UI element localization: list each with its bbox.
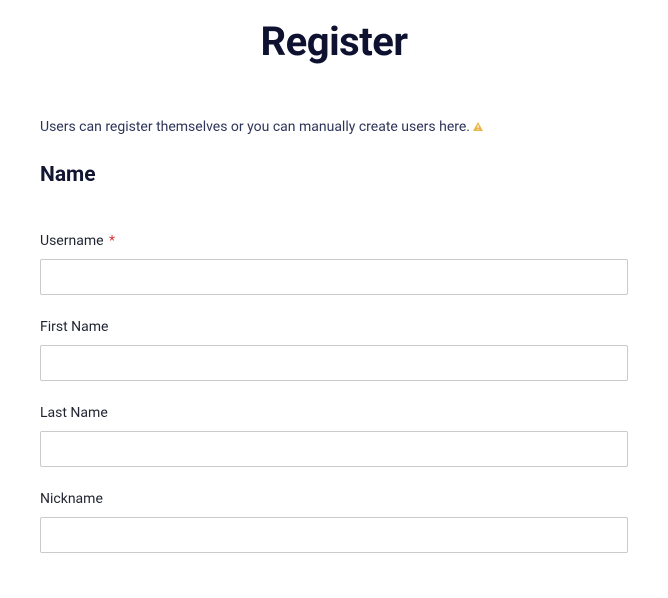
last-name-input[interactable] [40, 431, 628, 467]
first-name-label: First Name [40, 319, 628, 335]
info-text: Users can register themselves or you can… [40, 119, 470, 135]
required-mark: * [109, 233, 115, 249]
form-group-nickname: Nickname [40, 491, 628, 553]
first-name-input[interactable] [40, 345, 628, 381]
form-group-first-name: First Name [40, 319, 628, 381]
nickname-label: Nickname [40, 491, 628, 507]
register-form-container: Register Users can register themselves o… [0, 0, 668, 553]
last-name-label: Last Name [40, 405, 628, 421]
nickname-input[interactable] [40, 517, 628, 553]
page-title: Register [40, 18, 628, 65]
info-row: Users can register themselves or you can… [40, 119, 628, 135]
username-label: Username * [40, 233, 628, 249]
form-group-username: Username * [40, 233, 628, 295]
form-group-last-name: Last Name [40, 405, 628, 467]
username-label-text: Username [40, 233, 104, 249]
username-input[interactable] [40, 259, 628, 295]
warning-icon [472, 121, 484, 133]
section-title-name: Name [40, 163, 628, 187]
